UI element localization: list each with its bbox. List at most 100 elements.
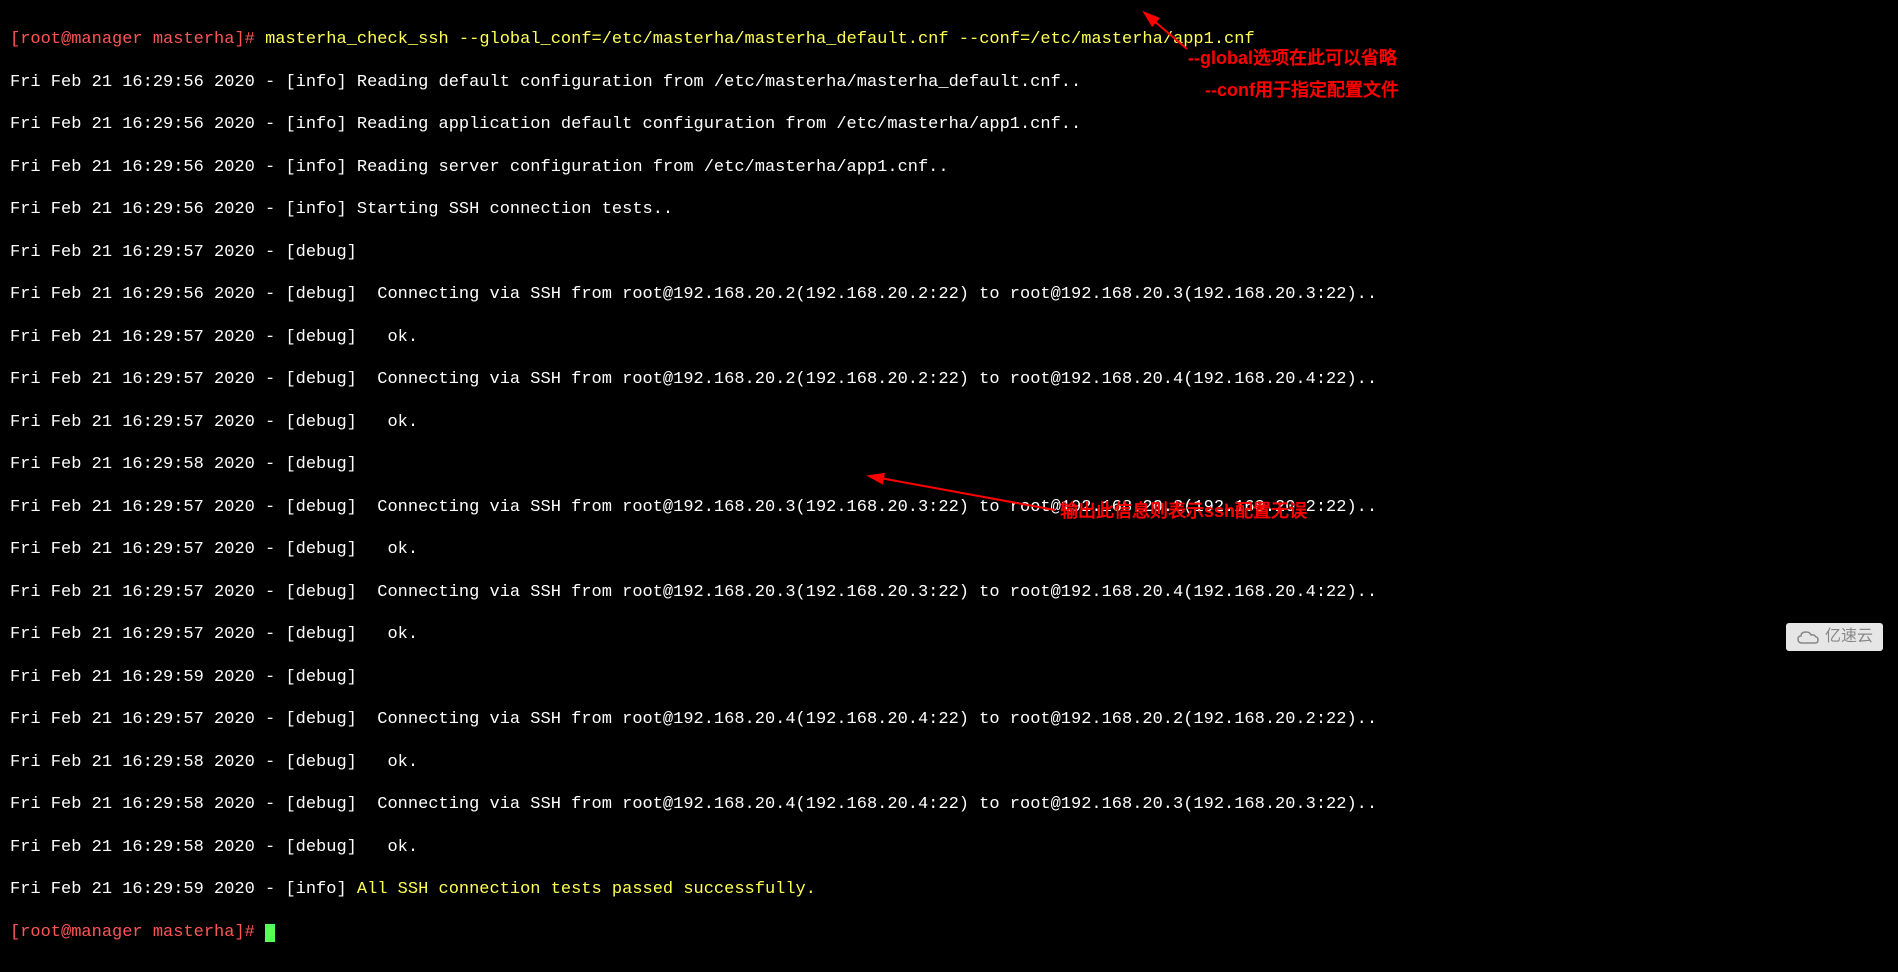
annotation-arrow-3 — [870, 470, 1070, 527]
output-line: Fri Feb 21 16:29:56 2020 - [info] Readin… — [10, 72, 1888, 93]
log-tag: [debug] — [285, 498, 377, 517]
timestamp: Fri Feb 21 16:29:57 2020 - — [10, 625, 285, 644]
prompt-at: @ — [61, 923, 71, 942]
timestamp: Fri Feb 21 16:29:57 2020 - — [10, 370, 285, 389]
cursor-icon — [265, 924, 275, 942]
log-tag: [info] — [285, 73, 356, 92]
prompt-host: manager — [71, 30, 142, 49]
prompt-path: masterha — [153, 30, 235, 49]
log-message: ok. — [387, 838, 418, 857]
log-message: Connecting via SSH from root@192.168.20.… — [377, 795, 1377, 814]
prompt-at: @ — [61, 30, 71, 49]
output-line: Fri Feb 21 16:29:56 2020 - [info] Starti… — [10, 199, 1888, 220]
log-message: ok. — [387, 625, 418, 644]
output-line: Fri Feb 21 16:29:58 2020 - [debug] Conne… — [10, 794, 1888, 815]
log-tag: [debug] — [285, 413, 387, 432]
command-text: masterha_check_ssh --global_conf=/etc/ma… — [265, 30, 1255, 49]
timestamp: Fri Feb 21 16:29:56 2020 - — [10, 200, 285, 219]
log-tag: [debug] — [285, 795, 377, 814]
output-line: Fri Feb 21 16:29:56 2020 - [info] Readin… — [10, 157, 1888, 178]
success-message: All SSH connection tests passed successf… — [357, 880, 816, 899]
log-tag: [info] — [285, 115, 356, 134]
watermark-text: 亿速云 — [1825, 627, 1873, 647]
watermark: 亿速云 — [1786, 623, 1883, 651]
prompt-bracket-close: ] — [234, 30, 244, 49]
prompt-line: [root@manager masterha]# — [10, 922, 1888, 943]
log-tag: [info] — [285, 200, 356, 219]
output-line: Fri Feb 21 16:29:56 2020 - [info] Readin… — [10, 114, 1888, 135]
timestamp: Fri Feb 21 16:29:59 2020 - — [10, 880, 285, 899]
output-line: Fri Feb 21 16:29:58 2020 - [debug] ok. — [10, 837, 1888, 858]
timestamp: Fri Feb 21 16:29:59 2020 - — [10, 668, 285, 687]
timestamp: Fri Feb 21 16:29:58 2020 - — [10, 753, 285, 772]
annotation-text-1: --global选项在此可以省略 — [1188, 47, 1397, 70]
log-message: Connecting via SSH from root@192.168.20.… — [377, 583, 1377, 602]
log-tag: [debug] — [285, 540, 387, 559]
prompt-user: root — [20, 923, 61, 942]
timestamp: Fri Feb 21 16:29:56 2020 - — [10, 285, 285, 304]
output-line: Fri Feb 21 16:29:57 2020 - [debug] — [10, 242, 1888, 263]
log-message: ok. — [387, 328, 418, 347]
log-message: Reading server configuration from /etc/m… — [357, 158, 949, 177]
log-tag: [debug] — [285, 753, 387, 772]
timestamp: Fri Feb 21 16:29:56 2020 - — [10, 73, 285, 92]
log-tag: [debug] — [285, 710, 377, 729]
output-line: Fri Feb 21 16:29:57 2020 - [debug] Conne… — [10, 582, 1888, 603]
log-message: Reading application default configuratio… — [357, 115, 1081, 134]
log-tag: [debug] — [285, 583, 377, 602]
timestamp: Fri Feb 21 16:29:57 2020 - — [10, 583, 285, 602]
log-tag: [debug] — [285, 625, 387, 644]
log-tag: [info] — [285, 880, 356, 899]
log-message: Connecting via SSH from root@192.168.20.… — [377, 370, 1377, 389]
prompt-bracket-open: [ — [10, 30, 20, 49]
timestamp: Fri Feb 21 16:29:58 2020 - — [10, 455, 285, 474]
prompt-space — [143, 30, 153, 49]
output-line: Fri Feb 21 16:29:57 2020 - [debug] ok. — [10, 412, 1888, 433]
timestamp: Fri Feb 21 16:29:57 2020 - — [10, 498, 285, 517]
timestamp: Fri Feb 21 16:29:57 2020 - — [10, 710, 285, 729]
prompt-user: root — [20, 30, 61, 49]
prompt-hash: # — [245, 923, 265, 942]
output-line: Fri Feb 21 16:29:57 2020 - [debug] Conne… — [10, 369, 1888, 390]
cloud-icon — [1796, 627, 1820, 647]
prompt-bracket-open: [ — [10, 923, 20, 942]
log-tag: [info] — [285, 158, 356, 177]
log-message: ok. — [387, 753, 418, 772]
prompt-path: masterha — [153, 923, 235, 942]
output-line: Fri Feb 21 16:29:58 2020 - [debug] ok. — [10, 752, 1888, 773]
log-tag: [debug] — [285, 328, 387, 347]
log-message: Starting SSH connection tests.. — [357, 200, 673, 219]
log-tag: [debug] — [285, 455, 367, 474]
timestamp: Fri Feb 21 16:29:57 2020 - — [10, 540, 285, 559]
log-message: ok. — [387, 540, 418, 559]
log-message: Reading default configuration from /etc/… — [357, 73, 1081, 92]
timestamp: Fri Feb 21 16:29:56 2020 - — [10, 158, 285, 177]
output-line: Fri Feb 21 16:29:57 2020 - [debug] Conne… — [10, 709, 1888, 730]
log-message: Connecting via SSH from root@192.168.20.… — [377, 285, 1377, 304]
output-line: Fri Feb 21 16:29:56 2020 - [debug] Conne… — [10, 284, 1888, 305]
prompt-hash: # — [245, 30, 265, 49]
log-tag: [debug] — [285, 370, 377, 389]
output-line: Fri Feb 21 16:29:57 2020 - [debug] ok. — [10, 539, 1888, 560]
prompt-bracket-close: ] — [234, 923, 244, 942]
timestamp: Fri Feb 21 16:29:58 2020 - — [10, 795, 285, 814]
log-message: ok. — [387, 413, 418, 432]
log-tag: [debug] — [285, 838, 387, 857]
log-message: Connecting via SSH from root@192.168.20.… — [377, 710, 1377, 729]
annotation-text-3: 输出此信息则表示ssh配置无误 — [1060, 500, 1307, 523]
command-line: [root@manager masterha]# masterha_check_… — [10, 29, 1888, 50]
timestamp: Fri Feb 21 16:29:57 2020 - — [10, 413, 285, 432]
log-tag: [debug] — [285, 243, 367, 262]
timestamp: Fri Feb 21 16:29:56 2020 - — [10, 115, 285, 134]
log-tag: [debug] — [285, 668, 367, 687]
prompt-space — [143, 923, 153, 942]
timestamp: Fri Feb 21 16:29:58 2020 - — [10, 838, 285, 857]
timestamp: Fri Feb 21 16:29:57 2020 - — [10, 328, 285, 347]
timestamp: Fri Feb 21 16:29:57 2020 - — [10, 243, 285, 262]
output-line: Fri Feb 21 16:29:57 2020 - [debug] ok. — [10, 327, 1888, 348]
success-line: Fri Feb 21 16:29:59 2020 - [info] All SS… — [10, 879, 1888, 900]
output-line: Fri Feb 21 16:29:57 2020 - [debug] ok. — [10, 624, 1888, 645]
output-line: Fri Feb 21 16:29:59 2020 - [debug] — [10, 667, 1888, 688]
prompt-host: manager — [71, 923, 142, 942]
annotation-text-2: --conf用于指定配置文件 — [1205, 79, 1399, 102]
